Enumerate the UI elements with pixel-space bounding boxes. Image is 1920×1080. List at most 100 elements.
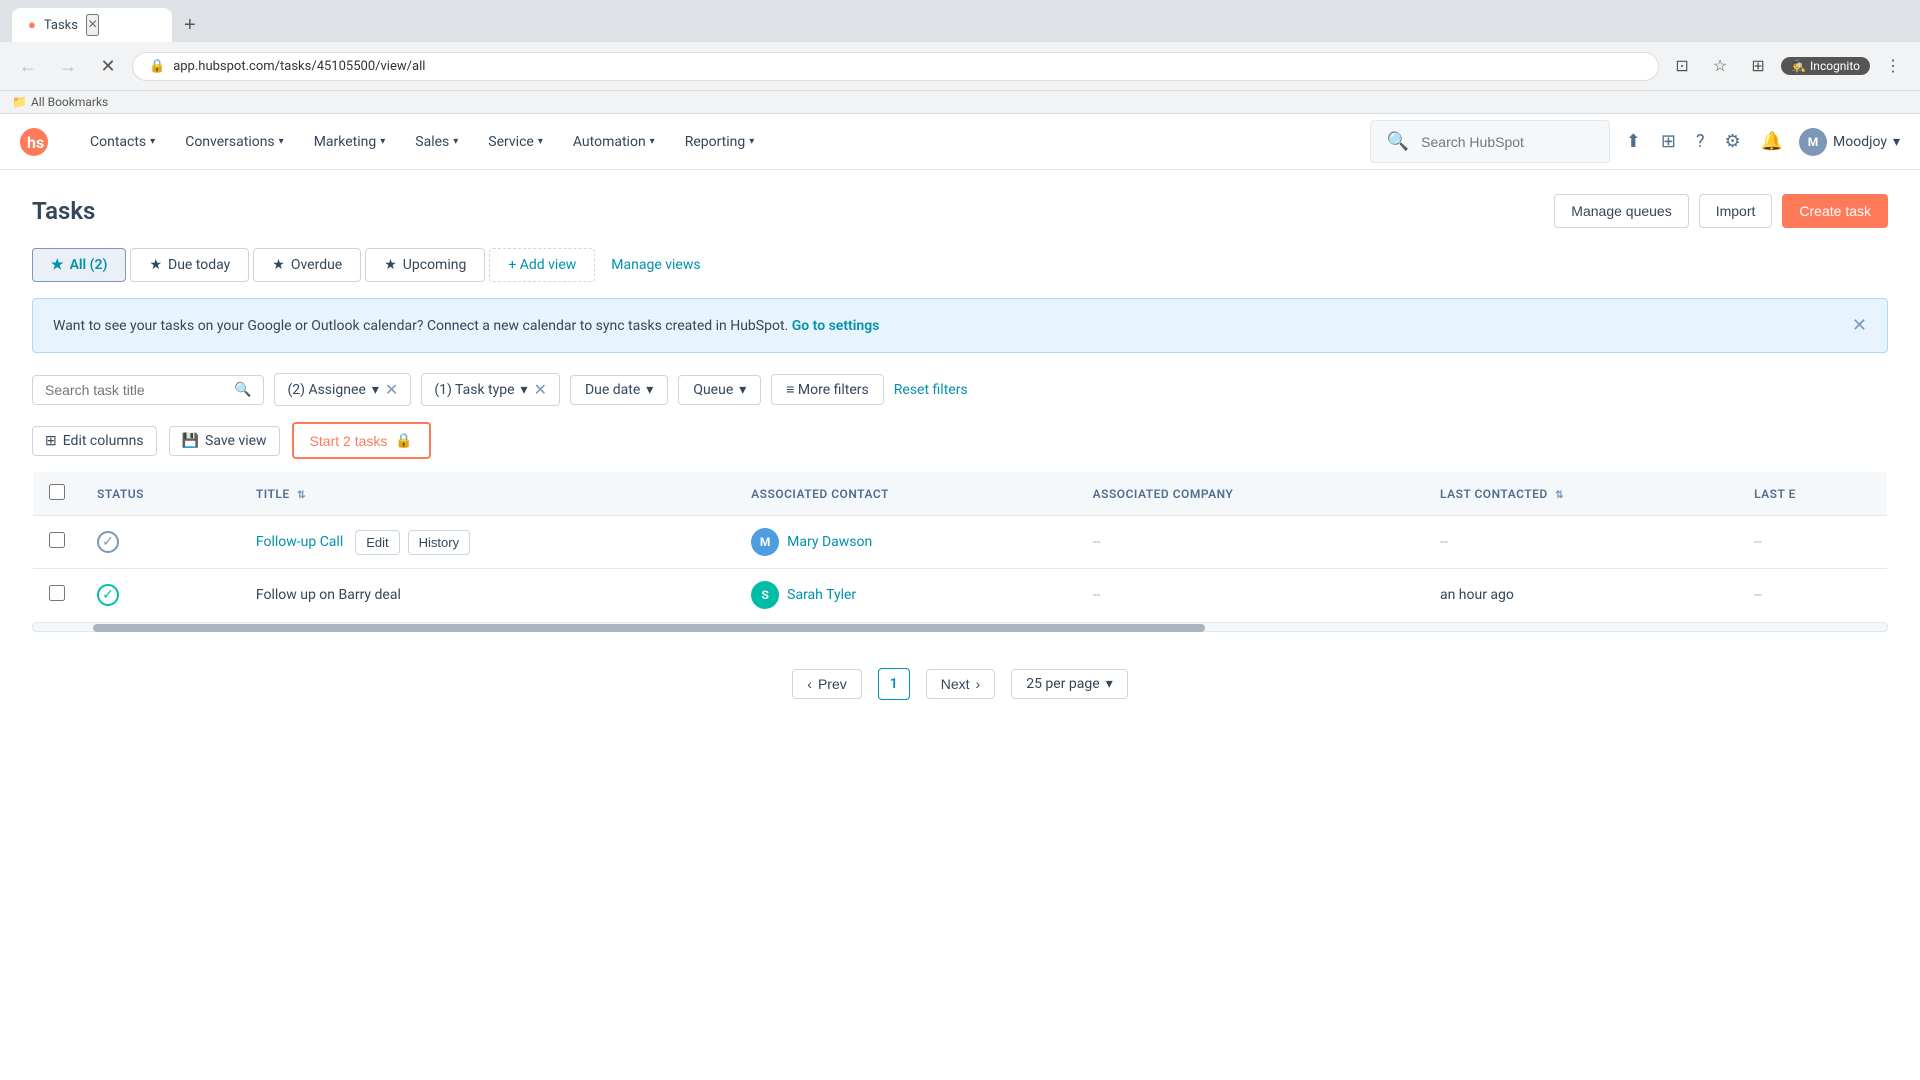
new-tab-button[interactable]: + — [176, 10, 204, 41]
row1-contact-name[interactable]: Mary Dawson — [787, 534, 872, 550]
scroll-thumb[interactable] — [93, 624, 1205, 632]
cast-icon[interactable]: ⊡ — [1667, 51, 1697, 81]
incognito-icon: 🕵 — [1791, 59, 1806, 73]
row1-contact-cell: M Mary Dawson — [735, 516, 1076, 569]
user-initials: M — [1808, 135, 1819, 149]
nav-conversations-label: Conversations — [185, 134, 274, 150]
task-type-filter-remove[interactable]: ✕ — [534, 380, 547, 399]
user-menu-chevron: ▾ — [1893, 134, 1900, 150]
next-page-button[interactable]: Next › — [926, 669, 995, 699]
row2-company-value: -- — [1093, 587, 1101, 603]
banner-detail-text: Connect a new calendar to sync tasks cre… — [427, 318, 788, 334]
manage-views-link[interactable]: Manage views — [599, 249, 712, 281]
incognito-label: Incognito — [1810, 59, 1860, 73]
more-options-icon[interactable]: ⋮ — [1878, 51, 1908, 81]
row1-task-link[interactable]: Follow-up Call — [256, 534, 343, 550]
task-search-icon: 🔍 — [234, 382, 251, 398]
last-contacted-sort-icon[interactable]: ⇅ — [1555, 490, 1564, 501]
save-view-button[interactable]: 💾 Save view — [169, 426, 280, 456]
save-view-icon: 💾 — [182, 433, 199, 449]
tab-close-button[interactable]: × — [86, 14, 99, 36]
row1-history-button[interactable]: History — [408, 530, 470, 555]
extensions-icon[interactable]: ⊞ — [1743, 51, 1773, 81]
upgrades-icon[interactable]: ⬆ — [1622, 127, 1645, 156]
more-filters-button[interactable]: ≡ More filters — [771, 374, 884, 405]
task-search-input[interactable] — [45, 382, 226, 398]
tasks-table: STATUS TITLE ⇅ ASSOCIATED CONTACT ASSOCI… — [32, 471, 1888, 622]
bookmarks-label: All Bookmarks — [31, 95, 108, 109]
tab-upcoming-label: Upcoming — [403, 257, 467, 273]
create-task-button[interactable]: Create task — [1782, 194, 1888, 228]
nav-conversations[interactable]: Conversations ▾ — [171, 126, 298, 158]
browser-chrome: ● Tasks × + — [0, 0, 1920, 42]
nav-automation[interactable]: Automation ▾ — [559, 126, 669, 158]
row1-checkbox[interactable] — [49, 532, 65, 548]
forward-button[interactable]: → — [52, 50, 84, 82]
settings-icon[interactable]: ⚙ — [1720, 127, 1744, 156]
tab-all[interactable]: ★ All (2) — [32, 248, 126, 282]
global-search-input[interactable] — [1421, 134, 1597, 150]
select-all-checkbox[interactable] — [49, 484, 65, 500]
row2-checkbox[interactable] — [49, 585, 65, 601]
tab-due-today-label: Due today — [168, 257, 230, 273]
row1-edit-button[interactable]: Edit — [355, 530, 399, 555]
marketplace-icon[interactable]: ⊞ — [1657, 127, 1680, 156]
back-button[interactable]: ← — [12, 50, 44, 82]
notifications-icon[interactable]: 🔔 — [1757, 127, 1787, 156]
bookmark-icon[interactable]: ☆ — [1705, 51, 1735, 81]
due-date-filter-label: Due date — [585, 382, 640, 398]
url-text: app.hubspot.com/tasks/45105500/view/all — [173, 59, 1642, 74]
global-search: 🔍 — [1370, 120, 1610, 163]
help-icon[interactable]: ? — [1692, 127, 1709, 156]
manage-queues-button[interactable]: Manage queues — [1554, 194, 1688, 228]
horizontal-scrollbar[interactable] — [32, 622, 1888, 632]
nav-reporting[interactable]: Reporting ▾ — [671, 126, 769, 158]
hubspot-logo[interactable]: hs — [20, 128, 48, 156]
queue-chevron: ▾ — [739, 382, 746, 398]
row2-last-e-value: -- — [1754, 587, 1762, 603]
view-tabs: ★ All (2) ★ Due today ★ Overdue ★ Upcomi… — [32, 248, 1888, 282]
header-title: TITLE ⇅ — [240, 472, 735, 516]
queue-filter[interactable]: Queue ▾ — [678, 375, 761, 405]
tab-overdue-icon: ★ — [272, 257, 285, 273]
prev-page-button[interactable]: ‹ Prev — [792, 669, 861, 699]
add-view-tab[interactable]: + Add view — [489, 248, 595, 282]
import-button[interactable]: Import — [1699, 194, 1773, 228]
reload-button[interactable]: ✕ — [92, 50, 124, 82]
nav-contacts[interactable]: Contacts ▾ — [76, 126, 169, 158]
assignee-filter-remove[interactable]: ✕ — [385, 380, 398, 399]
edit-columns-button[interactable]: ⊞ Edit columns — [32, 426, 157, 456]
reset-filters-link[interactable]: Reset filters — [894, 382, 968, 398]
assignee-filter-chip[interactable]: (2) Assignee ▾ ✕ — [274, 373, 411, 406]
header-company-label: ASSOCIATED COMPANY — [1093, 487, 1234, 501]
banner-close-button[interactable]: ✕ — [1852, 315, 1867, 336]
tab-favicon: ● — [28, 17, 36, 33]
hubspot-app: hs Contacts ▾ Conversations ▾ Marketing … — [0, 114, 1920, 1064]
row2-status-icon[interactable]: ✓ — [97, 584, 119, 606]
header-contact: ASSOCIATED CONTACT — [735, 472, 1076, 516]
nav-marketing-label: Marketing — [314, 134, 377, 150]
nav-marketing[interactable]: Marketing ▾ — [300, 126, 400, 158]
user-menu[interactable]: M Moodjoy ▾ — [1799, 128, 1900, 156]
row1-status-icon[interactable]: ✓ — [97, 531, 119, 553]
edit-columns-icon: ⊞ — [45, 433, 57, 449]
nav-service[interactable]: Service ▾ — [474, 126, 557, 158]
start-tasks-button[interactable]: Start 2 tasks 🔒 — [292, 422, 431, 459]
title-sort-icon[interactable]: ⇅ — [297, 490, 306, 501]
task-type-filter-chip[interactable]: (1) Task type ▾ ✕ — [421, 373, 560, 406]
row2-contact-avatar: S — [751, 581, 779, 609]
row1-last-contacted-cell: -- — [1424, 516, 1738, 569]
tab-upcoming[interactable]: ★ Upcoming — [365, 248, 485, 282]
browser-tab-tasks[interactable]: ● Tasks × — [12, 8, 172, 42]
per-page-selector[interactable]: 25 per page ▾ — [1011, 669, 1128, 699]
save-view-label: Save view — [205, 433, 267, 449]
row2-contact-name[interactable]: Sarah Tyler — [787, 587, 856, 603]
banner-settings-link[interactable]: Go to settings — [792, 318, 880, 334]
tab-due-today[interactable]: ★ Due today — [130, 248, 249, 282]
tab-overdue[interactable]: ★ Overdue — [253, 248, 361, 282]
header-last-contacted: LAST CONTACTED ⇅ — [1424, 472, 1738, 516]
table-row: ✓ Follow-up Call Edit History — [33, 516, 1888, 569]
due-date-filter[interactable]: Due date ▾ — [570, 375, 668, 405]
nav-sales[interactable]: Sales ▾ — [401, 126, 472, 158]
pagination-row: ‹ Prev 1 Next › 25 per page ▾ — [32, 648, 1888, 720]
